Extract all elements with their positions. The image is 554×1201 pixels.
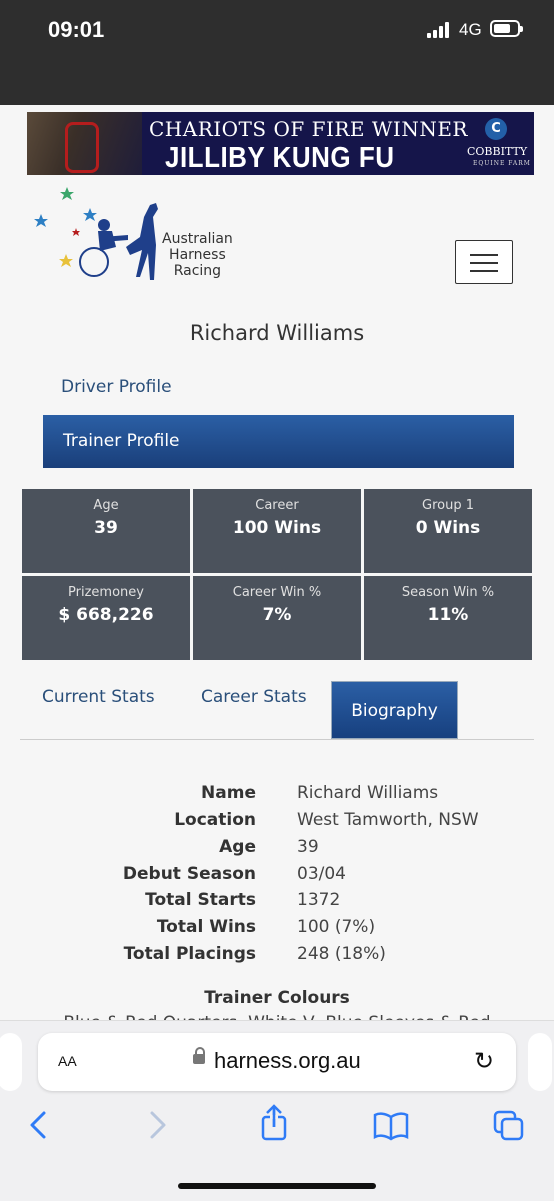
previous-tab-peek[interactable]: [0, 1033, 22, 1091]
sponsor-logo-icon: C: [485, 118, 507, 140]
sponsor-subtitle: EQUINE FARM: [473, 160, 531, 167]
trainer-colours-heading: Trainer Colours: [204, 988, 350, 1008]
bio-row: Location West Tamworth, NSW: [174, 810, 479, 830]
share-icon[interactable]: [258, 1103, 290, 1143]
horse-photo: [27, 112, 142, 175]
banner-headline: CHARIOTS OF FIRE WINNER: [149, 117, 468, 141]
home-indicator[interactable]: [178, 1183, 376, 1189]
advert-banner[interactable]: CHARIOTS OF FIRE WINNER JILLIBY KUNG FU …: [27, 112, 534, 175]
bio-row: Name Richard Williams: [201, 783, 439, 803]
stat-group1: Group 10 Wins: [364, 489, 532, 573]
signal-icon: [427, 22, 453, 38]
stat-career: Career 100 Wins: [193, 489, 361, 573]
reader-settings-button[interactable]: AA: [58, 1050, 77, 1072]
stat-season-win-pct: Season Win % 11%: [364, 576, 532, 660]
reload-icon[interactable]: ↻: [474, 1047, 494, 1075]
tab-current-stats[interactable]: Current Stats: [42, 687, 155, 707]
browser-toolbar: AA harness.org.au ↻: [0, 1020, 554, 1201]
stat-age: Age 39: [22, 489, 190, 573]
banner-title: JILLIBY KUNG FU: [165, 140, 395, 174]
lock-icon: [193, 1047, 205, 1064]
tab-biography[interactable]: Biography: [331, 681, 458, 739]
web-page: CHARIOTS OF FIRE WINNER JILLIBY KUNG FU …: [0, 105, 554, 1023]
logo-text: Australian Harness Racing: [162, 231, 233, 279]
stat-prizemoney: Prizemoney $ 668,226: [22, 576, 190, 660]
tabs-divider: [20, 739, 534, 740]
status-bar: 09:01 4G: [0, 0, 554, 105]
page-title: Richard Williams: [189, 321, 365, 345]
sponsor-name: COBBITTY: [467, 145, 528, 158]
url-text[interactable]: harness.org.au: [214, 1048, 361, 1074]
stat-career-win-pct: Career Win % 7%: [193, 576, 361, 660]
network-type: 4G: [459, 20, 482, 39]
hamburger-menu-button[interactable]: [455, 240, 513, 284]
next-tab-peek[interactable]: [528, 1033, 552, 1091]
bio-row: Total Wins 100 (7%): [156, 917, 376, 937]
trainer-profile-tab[interactable]: Trainer Profile: [43, 415, 514, 468]
bio-row: Debut Season 03/04: [122, 864, 346, 884]
status-time: 09:01: [48, 17, 105, 42]
bookmarks-icon[interactable]: [373, 1111, 409, 1141]
battery-icon: [490, 20, 523, 37]
forward-icon[interactable]: [148, 1109, 168, 1141]
address-bar[interactable]: AA harness.org.au ↻: [38, 1033, 516, 1091]
southern-cross-stars-icon: [34, 187, 97, 267]
bio-row: Total Starts 1372: [145, 890, 341, 910]
bio-row: Age 39: [219, 837, 319, 857]
tabs-icon[interactable]: [492, 1109, 526, 1143]
bio-row: Total Placings 248 (18%): [123, 944, 386, 964]
driver-profile-link[interactable]: Driver Profile: [61, 377, 172, 397]
back-icon[interactable]: [28, 1109, 48, 1141]
tab-career-stats[interactable]: Career Stats: [201, 687, 307, 707]
